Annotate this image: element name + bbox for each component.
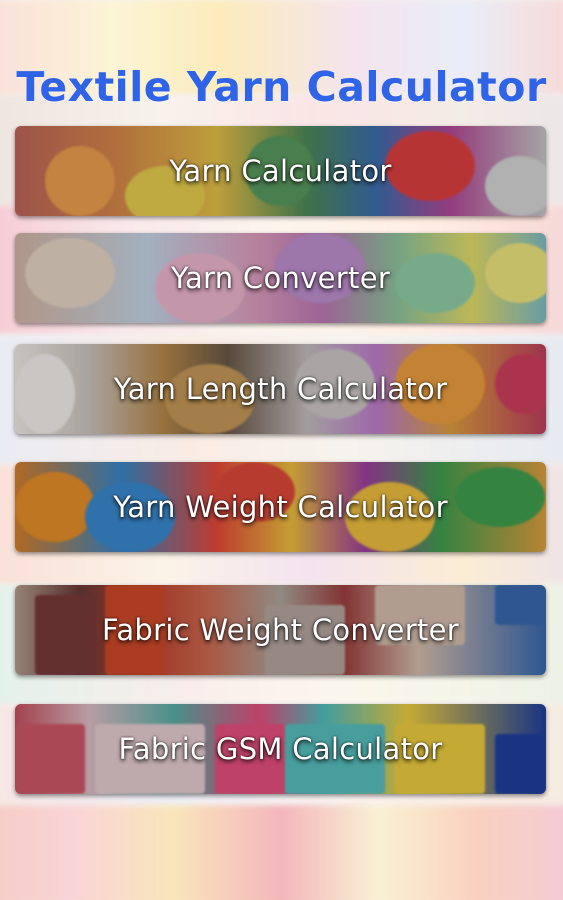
menu-item-label: Fabric Weight Converter [102,613,459,647]
menu-item-yarn-weight-calculator[interactable]: Yarn Weight Calculator [15,462,546,552]
menu-item-label: Fabric GSM Calculator [118,732,443,766]
menu-item-label: Yarn Converter [170,261,391,295]
menu-item-yarn-calculator[interactable]: Yarn Calculator [15,126,546,216]
menu-item-fabric-weight-converter[interactable]: Fabric Weight Converter [15,585,546,675]
menu-item-label: Yarn Length Calculator [113,372,448,406]
menu-item-label: Yarn Weight Calculator [113,490,448,524]
menu-item-yarn-converter[interactable]: Yarn Converter [15,233,546,323]
app-title: Textile Yarn Calculator [16,63,547,112]
menu-item-fabric-gsm-calculator[interactable]: Fabric GSM Calculator [15,704,546,794]
menu-item-yarn-length-calculator[interactable]: Yarn Length Calculator [15,344,546,434]
menu-item-label: Yarn Calculator [169,154,392,188]
